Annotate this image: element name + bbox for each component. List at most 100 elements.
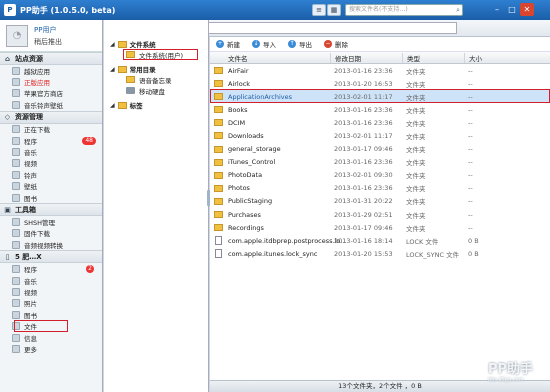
cell-name: DCIM	[228, 118, 246, 127]
user-name[interactable]: PP用户	[34, 25, 62, 35]
minimize-icon[interactable]: –	[490, 3, 504, 16]
tree-group-header[interactable]: ◢ 标签	[104, 100, 208, 110]
delete-label: 删除	[335, 41, 348, 49]
list-view-icon[interactable]: ≡	[312, 4, 326, 16]
sidebar-item[interactable]: 壁纸	[0, 181, 102, 192]
maximize-icon[interactable]: □	[505, 3, 519, 16]
new-label: 新建	[227, 41, 240, 49]
sidebar-item[interactable]: 照片	[0, 298, 102, 309]
cell-name: Books	[228, 105, 248, 114]
table-row[interactable]: com.apple.itdbprep.postprocess.lo... 2013…	[210, 234, 550, 247]
table-row[interactable]: Photos 2013-01-16 23:36 文件夹 --	[210, 182, 550, 195]
sidebar-section-header[interactable]: ▯ 5 肥…X	[0, 250, 102, 264]
table-row[interactable]: ApplicationArchives 2013-02-01 11:17 文件夹 --	[210, 89, 550, 104]
header-size[interactable]: 大小	[464, 52, 524, 63]
table-row[interactable]: PublicStaging 2013-01-31 20:22 文件夹 --	[210, 195, 550, 208]
sidebar-item[interactable]: 正版应用	[0, 76, 102, 87]
tree-group-title: 标签	[129, 102, 143, 110]
table-row[interactable]: Books 2013-01-16 23:36 文件夹 --	[210, 103, 550, 116]
tree-item[interactable]: 移动硬盘	[104, 85, 208, 96]
header-name[interactable]: 文件名	[210, 53, 330, 63]
sidebar-item[interactable]: 苹果官方商店	[0, 88, 102, 99]
sidebar: ◔ PP用户 稍后推出 ⌂ 站点资源 越狱应用 正版应用 苹果官方商店 音乐铃声壁纸 ◇ 资源…	[0, 20, 103, 392]
folder-icon	[214, 184, 223, 192]
sidebar-item-label: 程序	[24, 137, 37, 146]
import-button[interactable]: ↓ 导入	[252, 39, 276, 49]
sidebar-item[interactable]: 程序 2	[0, 263, 102, 274]
tree-item[interactable]: 文件系统(用户)	[104, 49, 208, 60]
table-row[interactable]: DCIM 2013-01-16 23:36 文件夹 --	[210, 116, 550, 129]
logout-link[interactable]: 稍后推出	[34, 37, 62, 47]
sidebar-item[interactable]: 音乐	[0, 275, 102, 286]
watermark-text: PP助手	[488, 362, 534, 377]
search-input[interactable]: 搜索文件名(不支持…) ⌕	[345, 4, 463, 16]
table-row[interactable]: AirFair 2013-01-16 23:36 文件夹 --	[210, 64, 550, 77]
sidebar-item[interactable]: 正在下载	[0, 124, 102, 135]
cell-size: --	[468, 79, 473, 88]
folder-icon	[117, 65, 127, 73]
table-row[interactable]: PhotoData 2013-02-01 09:30 文件夹 --	[210, 169, 550, 182]
sidebar-item[interactable]: 文件	[0, 320, 102, 333]
tree-group-header[interactable]: ◢ 文件系统	[104, 39, 208, 49]
search-icon[interactable]: ⌕	[456, 5, 460, 15]
cell-name: PhotoData	[228, 171, 263, 180]
export-button[interactable]: ↑ 导出	[288, 39, 312, 49]
table-row[interactable]: general_storage 2013-01-17 09:46 文件夹 --	[210, 143, 550, 156]
sidebar-item[interactable]: 视频	[0, 158, 102, 169]
header-type[interactable]: 类型	[402, 52, 464, 63]
sidebar-section-header[interactable]: ⌂ 站点资源	[0, 52, 102, 65]
sidebar-item-icon	[12, 265, 20, 274]
delete-button[interactable]: − 删除	[324, 39, 348, 49]
collapse-icon[interactable]: ◢	[110, 102, 115, 109]
grid-view-icon[interactable]: ▦	[327, 4, 341, 16]
close-icon[interactable]: ✕	[520, 3, 534, 16]
sidebar-item[interactable]: 音乐铃声壁纸	[0, 99, 102, 110]
sidebar-item[interactable]: 音频视频转换	[0, 239, 102, 250]
sidebar-item[interactable]: 图书	[0, 309, 102, 320]
table-row[interactable]: Purchases 2013-01-29 02:51 文件夹 --	[210, 208, 550, 221]
sidebar-item-label: 照片	[24, 300, 37, 309]
cell-type: 文件夹	[406, 119, 426, 128]
cell-time: 2013-02-01 11:17	[334, 92, 393, 101]
cell-type: 文件夹	[406, 93, 426, 102]
new-button[interactable]: + 新建	[216, 39, 240, 49]
table-row[interactable]: Airlock 2013-01-20 16:53 文件夹 --	[210, 77, 550, 90]
sidebar-item[interactable]: SHSH管理	[0, 216, 102, 227]
folder-icon	[214, 171, 223, 179]
sidebar-item[interactable]: 程序 48	[0, 135, 102, 146]
sidebar-item[interactable]: 信息	[0, 332, 102, 343]
folder-icon	[214, 158, 223, 166]
folder-icon	[214, 197, 223, 205]
table-row[interactable]: Downloads 2013-02-01 11:17 文件夹 --	[210, 129, 550, 142]
sidebar-section-header[interactable]: ◇ 资源管理	[0, 110, 102, 124]
sidebar-item[interactable]: 铃声	[0, 169, 102, 180]
delete-icon: −	[324, 40, 332, 48]
sidebar-item[interactable]: 视频	[0, 286, 102, 297]
collapse-icon[interactable]: ◢	[110, 66, 115, 73]
cell-name: Downloads	[228, 132, 264, 141]
manage-icon: ◇	[4, 113, 11, 122]
sidebar-item[interactable]: 越狱应用	[0, 65, 102, 76]
cell-size: --	[468, 223, 473, 232]
sidebar-section-title: 站点资源	[15, 54, 43, 63]
sidebar-item[interactable]: 固件下载	[0, 228, 102, 239]
sidebar-item[interactable]: 更多	[0, 343, 102, 354]
header-time[interactable]: 修改日期	[330, 52, 402, 63]
table-row[interactable]: iTunes_Control 2013-01-16 23:36 文件夹 --	[210, 156, 550, 169]
tree-item[interactable]: 语音备忘录	[104, 74, 208, 85]
cell-time: 2013-01-20 16:53	[334, 79, 393, 88]
table-row[interactable]: com.apple.itunes.lock_sync 2013-01-20 15:…	[210, 247, 550, 260]
collapse-icon[interactable]: ◢	[110, 41, 115, 48]
sidebar-item-label: 音频视频转换	[24, 241, 63, 250]
cell-size: --	[468, 171, 473, 180]
cell-time: 2013-01-16 23:36	[334, 66, 393, 75]
cell-time: 2013-01-16 23:36	[334, 184, 393, 193]
sidebar-item[interactable]: 图书	[0, 192, 102, 203]
highlight-box	[14, 320, 68, 333]
tree-group-header[interactable]: ◢ 常用目录	[104, 64, 208, 74]
sidebar-item[interactable]: 音乐	[0, 146, 102, 157]
sidebar-section-title: 5 肥…X	[15, 252, 42, 261]
avatar[interactable]: ◔	[6, 24, 28, 47]
sidebar-section-header[interactable]: ▣ 工具箱	[0, 203, 102, 217]
table-row[interactable]: Recordings 2013-01-17 09:46 文件夹 --	[210, 221, 550, 234]
